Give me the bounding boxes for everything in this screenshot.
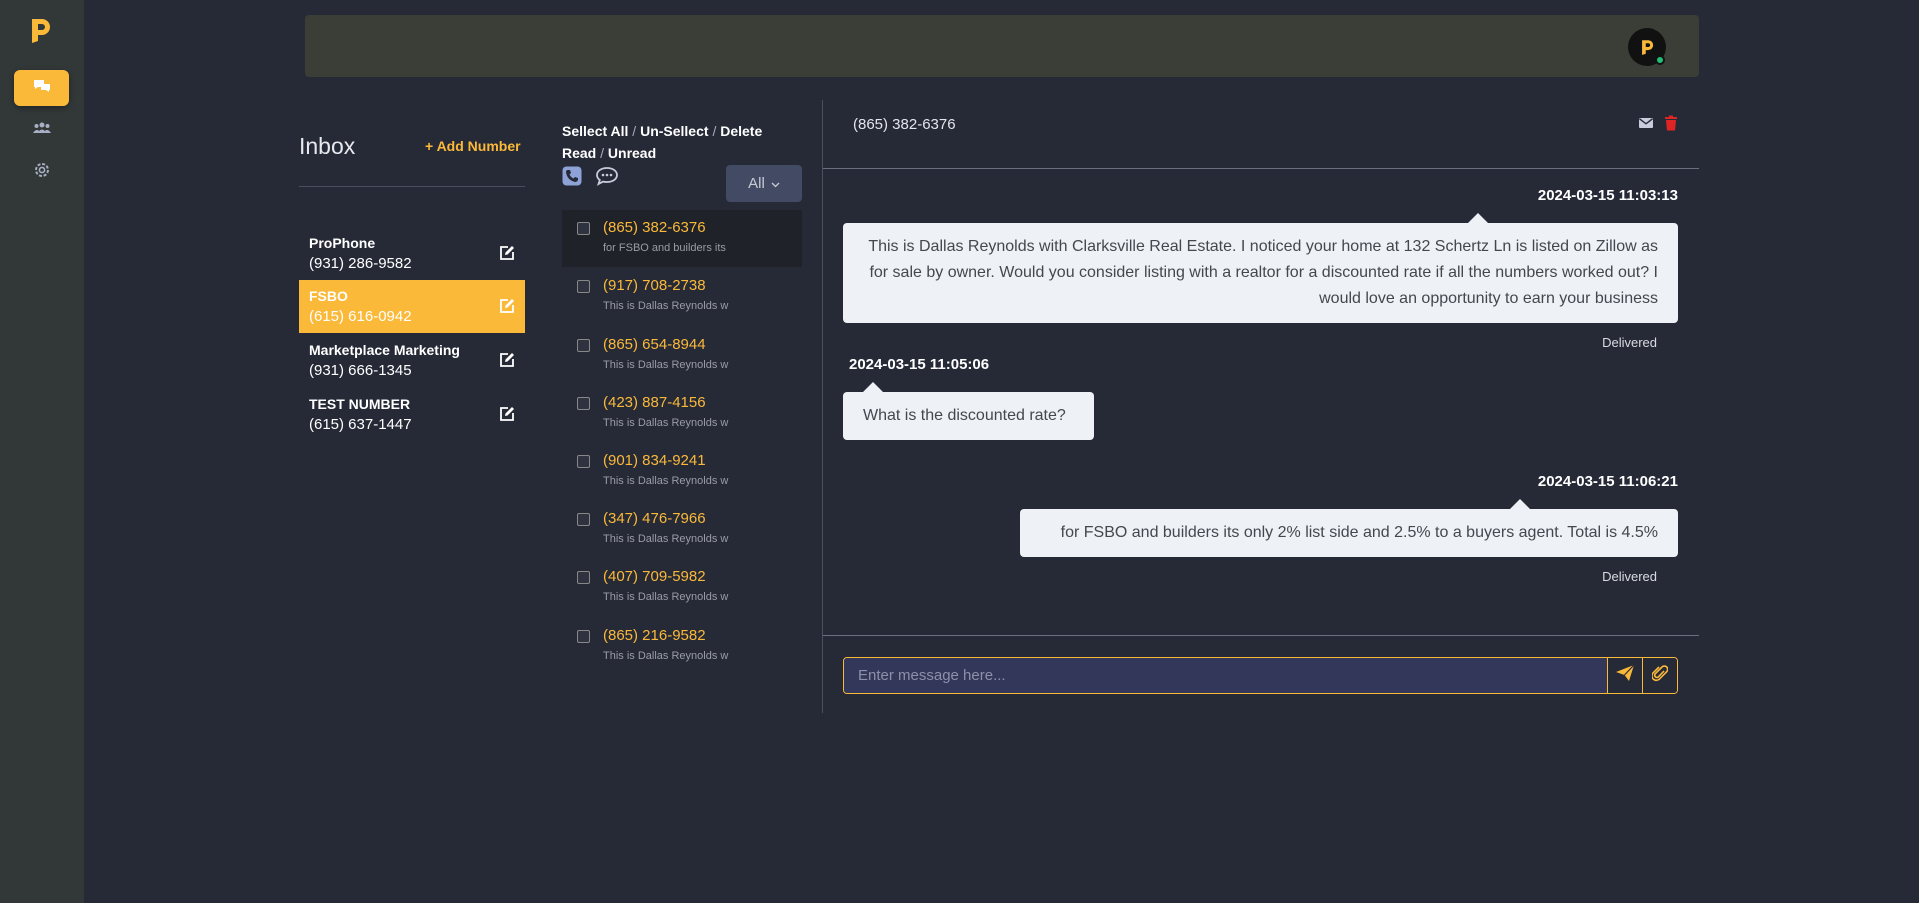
conversation-phone: (865) 382-6376 — [603, 219, 706, 236]
conversation-preview: for FSBO and builders its — [603, 242, 726, 254]
composer-divider — [823, 635, 1699, 636]
unselect-link[interactable]: Un-Sellect — [640, 123, 708, 139]
chat-contact-phone: (865) 382-6376 — [853, 116, 956, 133]
bubble-tail — [863, 382, 883, 392]
conversation-item[interactable]: (865) 382-6376 for FSBO and builders its — [562, 210, 802, 267]
number-item-fsbo[interactable]: FSBO (615) 616-0942 — [299, 280, 525, 333]
conversation-phone: (347) 476-7966 — [603, 510, 706, 527]
sidebar-item-settings[interactable] — [14, 154, 69, 190]
attach-button[interactable] — [1642, 658, 1677, 693]
edit-icon[interactable] — [499, 406, 515, 422]
conversation-preview: This is Dallas Reynolds w — [603, 650, 729, 662]
conversation-preview: This is Dallas Reynolds w — [603, 359, 729, 371]
envelope-icon[interactable] — [1638, 115, 1654, 131]
number-phone: (931) 286-9582 — [309, 255, 412, 272]
sidebar-item-contacts[interactable] — [14, 112, 69, 148]
conversation-phone: (423) 887-4156 — [603, 394, 706, 411]
conversation-checkbox[interactable] — [577, 397, 590, 410]
conversation-phone: (917) 708-2738 — [603, 277, 706, 294]
message-timestamp: 2024-03-15 11:05:06 — [849, 356, 990, 373]
conversation-preview: This is Dallas Reynolds w — [603, 475, 729, 487]
conversation-item[interactable]: (865) 216-9582 This is Dallas Reynolds w — [562, 618, 802, 675]
paper-plane-icon — [1615, 664, 1635, 687]
send-button[interactable] — [1607, 658, 1642, 693]
brand-logo[interactable] — [29, 17, 51, 43]
bulk-actions: Sellect All / Un-Sellect / Delete Read /… — [562, 123, 763, 161]
trash-icon[interactable] — [1663, 115, 1679, 131]
sms-filter-icon[interactable] — [595, 166, 618, 186]
conversation-checkbox[interactable] — [577, 339, 590, 352]
conversation-checkbox[interactable] — [577, 280, 590, 293]
message-bubble-outgoing: for FSBO and builders its only 2% list s… — [1020, 509, 1678, 557]
conversation-filter-select[interactable]: All — [726, 165, 802, 202]
conversation-phone: (865) 654-8944 — [603, 336, 706, 353]
conversation-item[interactable]: (917) 708-2738 This is Dallas Reynolds w — [562, 268, 802, 325]
conversation-checkbox[interactable] — [577, 513, 590, 526]
number-phone: (615) 616-0942 — [309, 308, 412, 325]
conversation-preview: This is Dallas Reynolds w — [603, 417, 729, 429]
edit-icon[interactable] — [499, 352, 515, 368]
filter-value: All — [748, 175, 765, 192]
number-name: FSBO — [309, 288, 348, 304]
conversation-item[interactable]: (407) 709-5982 This is Dallas Reynolds w — [562, 559, 802, 616]
edit-icon[interactable] — [499, 245, 515, 261]
conversation-item[interactable]: (347) 476-7966 This is Dallas Reynolds w — [562, 501, 802, 558]
number-item-test-number[interactable]: TEST NUMBER (615) 637-1447 — [299, 388, 525, 441]
gear-icon — [33, 161, 51, 184]
conversation-checkbox[interactable] — [577, 455, 590, 468]
conversation-checkbox[interactable] — [577, 222, 590, 235]
conversation-phone: (407) 709-5982 — [603, 568, 706, 585]
column-divider — [822, 100, 823, 713]
chevron-down-icon — [771, 175, 780, 192]
inbox-divider — [299, 186, 525, 187]
online-status-dot — [1655, 55, 1665, 65]
sidebar-item-messages[interactable] — [14, 70, 69, 106]
number-item-prophone[interactable]: ProPhone (931) 286-9582 — [299, 227, 525, 280]
message-timestamp: 2024-03-15 11:06:21 — [1537, 473, 1678, 490]
number-name: ProPhone — [309, 235, 376, 251]
number-name: Marketplace Marketing — [309, 342, 460, 358]
bubble-tail — [1510, 499, 1530, 509]
number-phone: (615) 637-1447 — [309, 416, 412, 433]
chat-header-divider — [823, 168, 1699, 169]
sidebar — [0, 0, 84, 903]
delivery-status: Delivered — [1602, 335, 1657, 350]
users-icon — [32, 121, 51, 139]
paperclip-icon — [1651, 664, 1669, 687]
conversation-item[interactable]: (901) 834-9241 This is Dallas Reynolds w — [562, 443, 802, 500]
message-input[interactable] — [844, 658, 1607, 693]
number-item-marketplace-marketing[interactable]: Marketplace Marketing (931) 666-1345 — [299, 334, 525, 387]
phone-filter-icon[interactable] — [562, 166, 584, 186]
conversation-item[interactable]: (865) 654-8944 This is Dallas Reynolds w — [562, 327, 802, 384]
chat-bubbles-icon — [33, 79, 51, 98]
top-bar — [305, 15, 1699, 77]
add-number-button[interactable]: + Add Number — [425, 138, 521, 154]
read-link[interactable]: Read — [562, 145, 596, 161]
delivery-status: Delivered — [1602, 569, 1657, 584]
delete-link[interactable]: Delete — [720, 123, 762, 139]
message-composer — [843, 657, 1678, 694]
conversation-item[interactable]: (423) 887-4156 This is Dallas Reynolds w — [562, 385, 802, 442]
inbox-title: Inbox — [299, 133, 356, 159]
add-number-label: Add Number — [436, 138, 521, 154]
conversation-preview: This is Dallas Reynolds w — [603, 300, 729, 312]
conversation-phone: (901) 834-9241 — [603, 452, 706, 469]
conversation-preview: This is Dallas Reynolds w — [603, 591, 729, 603]
select-all-link[interactable]: Sellect All — [562, 123, 628, 139]
conversation-preview: This is Dallas Reynolds w — [603, 533, 729, 545]
conversation-checkbox[interactable] — [577, 630, 590, 643]
message-timestamp: 2024-03-15 11:03:13 — [1537, 187, 1678, 204]
plus-icon: + — [425, 138, 434, 154]
conversation-phone: (865) 216-9582 — [603, 627, 706, 644]
conversation-checkbox[interactable] — [577, 571, 590, 584]
number-phone: (931) 666-1345 — [309, 362, 412, 379]
avatar[interactable] — [1628, 28, 1666, 66]
message-bubble-outgoing: This is Dallas Reynolds with Clarksville… — [843, 223, 1678, 323]
bubble-tail — [1468, 213, 1488, 223]
edit-icon[interactable] — [499, 298, 515, 314]
unread-link[interactable]: Unread — [608, 145, 656, 161]
number-name: TEST NUMBER — [309, 396, 411, 412]
message-bubble-incoming: What is the discounted rate? — [843, 392, 1094, 440]
